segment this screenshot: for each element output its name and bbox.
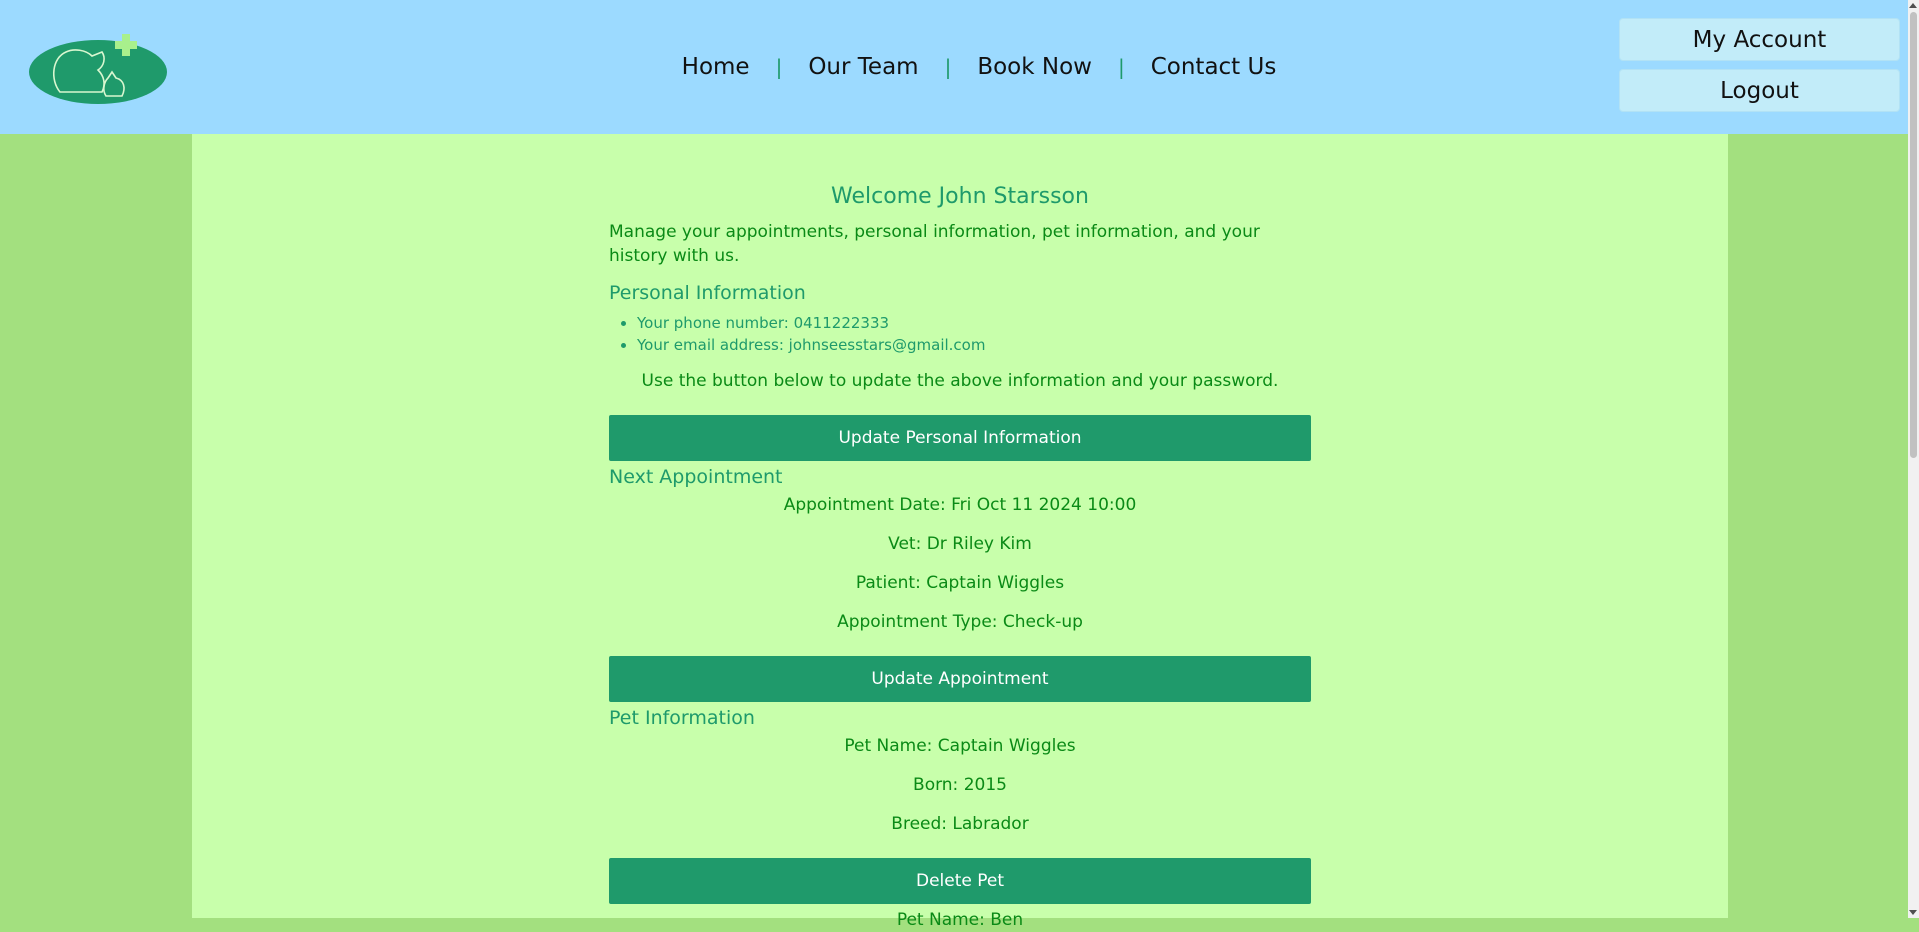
email-address: Your email address: johnseesstars@gmail.… [637,334,1311,356]
nav-separator: | [944,55,952,79]
nav-contact-us[interactable]: Contact Us [1151,54,1277,80]
intro-text: Manage your appointments, personal infor… [609,222,1260,266]
pet-name: Pet Name: Ben [896,910,1024,930]
nav-home[interactable]: Home [682,54,750,80]
account-dashboard: Welcome John Starsson Manage your appoin… [609,134,1311,932]
personal-info-heading: Personal Information [609,282,806,304]
appointment-type: Appointment Type: Check-up [837,612,1083,632]
pet-information-heading: Pet Information [609,707,755,729]
next-appointment-heading: Next Appointment [609,466,783,488]
appointment-date: Appointment Date: Fri Oct 11 2024 10:00 [783,495,1137,515]
main-content-panel: Welcome John Starsson Manage your appoin… [192,134,1728,930]
update-note: Use the button below to update the above… [641,371,1279,391]
logout-button[interactable]: Logout [1619,69,1900,112]
nav-separator: | [775,55,783,79]
welcome-heading: Welcome John Starsson [831,184,1089,209]
phone-number: Your phone number: 0411222333 [637,312,1311,334]
appointment-vet: Vet: Dr Riley Kim [888,534,1032,554]
scroll-up-arrow-icon[interactable] [1909,3,1917,8]
scrollbar-thumb[interactable] [1910,12,1917,458]
update-appointment-button[interactable]: Update Appointment [609,656,1311,702]
pet-name: Pet Name: Captain Wiggles [844,736,1076,756]
nav-our-team[interactable]: Our Team [808,54,918,80]
nav-separator: | [1117,55,1125,79]
appointment-patient: Patient: Captain Wiggles [855,573,1065,593]
delete-pet-button[interactable]: Delete Pet [609,858,1311,904]
pet-breed: Breed: Labrador [891,814,1029,834]
nav-book-now[interactable]: Book Now [977,54,1092,80]
scroll-down-arrow-icon[interactable] [1909,910,1917,915]
vertical-scrollbar[interactable] [1908,0,1919,918]
pet-born: Born: 2015 [913,775,1007,795]
personal-info-list: Your phone number: 0411222333 Your email… [609,312,1311,356]
my-account-button[interactable]: My Account [1619,18,1900,61]
update-personal-info-button[interactable]: Update Personal Information [609,415,1311,461]
site-header: Home | Our Team | Book Now | Contact Us … [0,0,1908,134]
